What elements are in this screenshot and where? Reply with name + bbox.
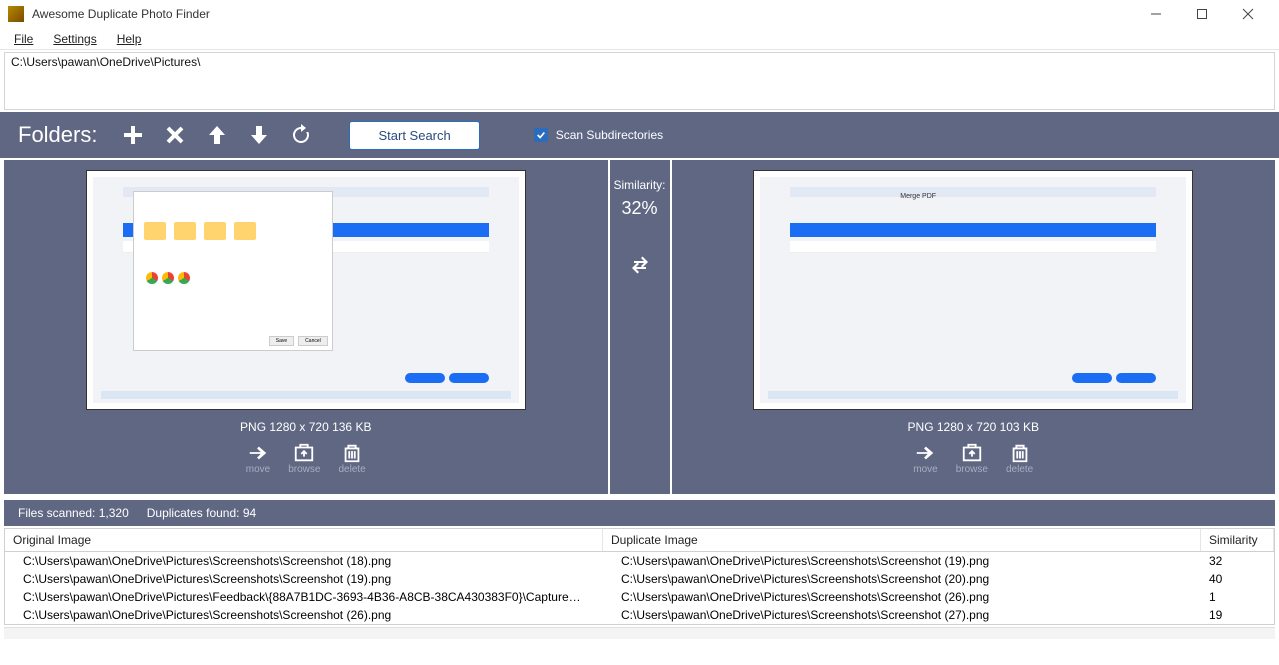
horizontal-scrollbar[interactable]: [4, 627, 1275, 639]
menu-settings[interactable]: Settings: [43, 30, 106, 48]
table-row[interactable]: C:\Users\pawan\OneDrive\Pictures\Screens…: [5, 606, 1274, 624]
folder-path-list[interactable]: C:\Users\pawan\OneDrive\Pictures\: [4, 52, 1275, 110]
minimize-button[interactable]: [1133, 0, 1179, 28]
table-row[interactable]: C:\Users\pawan\OneDrive\Pictures\Screens…: [5, 552, 1274, 570]
close-button[interactable]: [1225, 0, 1271, 28]
right-move-button[interactable]: move: [913, 442, 937, 475]
right-delete-button[interactable]: delete: [1006, 442, 1033, 475]
window-title: Awesome Duplicate Photo Finder: [32, 7, 1133, 21]
scan-subdirectories-label: Scan Subdirectories: [556, 128, 663, 142]
files-scanned: Files scanned: 1,320: [18, 506, 129, 520]
move-down-icon[interactable]: [245, 121, 273, 149]
right-image-preview[interactable]: Merge PDF: [753, 170, 1193, 410]
maximize-button[interactable]: [1179, 0, 1225, 28]
cell-original: C:\Users\pawan\OneDrive\Pictures\Feedbac…: [5, 589, 603, 605]
column-original[interactable]: Original Image: [5, 529, 603, 551]
similarity-label: Similarity:: [613, 178, 665, 192]
cell-original: C:\Users\pawan\OneDrive\Pictures\Screens…: [5, 553, 603, 569]
cell-similarity: 1: [1201, 589, 1274, 605]
left-move-button[interactable]: move: [246, 442, 270, 475]
remove-folder-icon[interactable]: [161, 121, 189, 149]
left-browse-button[interactable]: browse: [288, 442, 320, 475]
cell-duplicate: C:\Users\pawan\OneDrive\Pictures\Screens…: [603, 571, 1201, 587]
right-image-meta: PNG 1280 x 720 103 KB: [908, 420, 1039, 434]
menu-help[interactable]: Help: [107, 30, 152, 48]
cell-similarity: 32: [1201, 553, 1274, 569]
menubar: File Settings Help: [0, 28, 1279, 50]
folder-path-item[interactable]: C:\Users\pawan\OneDrive\Pictures\: [11, 55, 1268, 69]
titlebar: Awesome Duplicate Photo Finder: [0, 0, 1279, 28]
left-image-panel: SaveCancel PNG 1280 x 720 136 KB move br…: [4, 160, 608, 494]
column-duplicate[interactable]: Duplicate Image: [603, 529, 1201, 551]
cell-original: C:\Users\pawan\OneDrive\Pictures\Screens…: [5, 571, 603, 587]
checkbox-checked-icon: [534, 128, 548, 142]
status-bar: Files scanned: 1,320 Duplicates found: 9…: [4, 500, 1275, 526]
left-image-meta: PNG 1280 x 720 136 KB: [240, 420, 371, 434]
toolbar: Folders: Start Search Scan Subdirectorie…: [0, 112, 1279, 158]
cell-original: C:\Users\pawan\OneDrive\Pictures\Screens…: [5, 607, 603, 623]
duplicates-found: Duplicates found: 94: [147, 506, 256, 520]
table-row[interactable]: C:\Users\pawan\OneDrive\Pictures\Screens…: [5, 570, 1274, 588]
table-row[interactable]: C:\Users\pawan\OneDrive\Pictures\Feedbac…: [5, 588, 1274, 606]
move-up-icon[interactable]: [203, 121, 231, 149]
results-table: Original Image Duplicate Image Similarit…: [4, 528, 1275, 625]
similarity-value: 32%: [621, 198, 657, 219]
similarity-panel: Similarity: 32%: [610, 160, 670, 494]
column-similarity[interactable]: Similarity: [1201, 529, 1274, 551]
scan-subdirectories-checkbox[interactable]: Scan Subdirectories: [534, 128, 663, 142]
swap-button[interactable]: [628, 253, 652, 280]
cell-duplicate: C:\Users\pawan\OneDrive\Pictures\Screens…: [603, 607, 1201, 623]
cell-duplicate: C:\Users\pawan\OneDrive\Pictures\Screens…: [603, 553, 1201, 569]
left-image-preview[interactable]: SaveCancel: [86, 170, 526, 410]
refresh-icon[interactable]: [287, 121, 315, 149]
menu-file[interactable]: File: [4, 30, 43, 48]
add-folder-icon[interactable]: [119, 121, 147, 149]
left-delete-button[interactable]: delete: [338, 442, 365, 475]
cell-similarity: 40: [1201, 571, 1274, 587]
app-icon: [8, 6, 24, 22]
right-image-panel: Merge PDF PNG 1280 x 720 103 KB move bro…: [672, 160, 1276, 494]
cell-similarity: 19: [1201, 607, 1274, 623]
folders-label: Folders:: [18, 122, 97, 148]
start-search-button[interactable]: Start Search: [349, 121, 479, 150]
results-header: Original Image Duplicate Image Similarit…: [5, 529, 1274, 552]
right-browse-button[interactable]: browse: [956, 442, 988, 475]
cell-duplicate: C:\Users\pawan\OneDrive\Pictures\Screens…: [603, 589, 1201, 605]
